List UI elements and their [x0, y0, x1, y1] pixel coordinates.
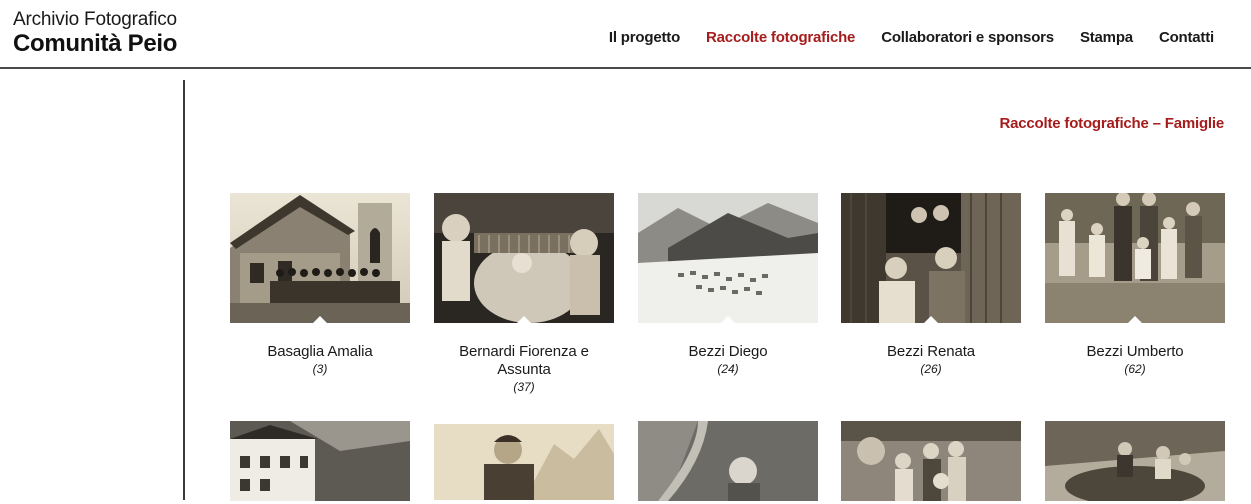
logo-line2: Comunità Peio: [13, 30, 178, 57]
page-title: Raccolte fotografiche – Famiglie: [999, 115, 1225, 132]
collection-thumbnail[interactable]: [230, 421, 410, 501]
collection-card[interactable]: [230, 421, 410, 501]
nav-item-raccolte-fotografiche[interactable]: Raccolte fotografiche: [706, 29, 855, 46]
nav-item-contatti[interactable]: Contatti: [1159, 29, 1214, 46]
collection-card-bernardi-fiorenza-e-assunta[interactable]: Bernardi Fiorenza e Assunta (37): [434, 193, 614, 395]
collection-card-basaglia-amalia[interactable]: Basaglia Amalia (3): [230, 193, 410, 377]
nav-item-stampa[interactable]: Stampa: [1080, 29, 1133, 46]
site-header: Archivio Fotografico Comunità Peio Il pr…: [0, 0, 1251, 69]
thumbnail-pointer: [1128, 316, 1142, 323]
collection-count: (37): [513, 380, 535, 394]
thumbnail-pointer: [517, 316, 531, 323]
collection-card-bezzi-renata[interactable]: Bezzi Renata (26): [841, 193, 1021, 377]
collection-card[interactable]: [434, 424, 614, 504]
collection-name[interactable]: Bezzi Umberto: [1045, 343, 1225, 361]
collection-card-bezzi-umberto[interactable]: Bezzi Umberto (62): [1045, 193, 1225, 377]
collection-count: (26): [920, 362, 942, 376]
main-nav: Il progetto Raccolte fotografiche Collab…: [609, 29, 1214, 46]
collection-card[interactable]: [1045, 421, 1225, 501]
collection-thumbnail[interactable]: [1045, 193, 1225, 323]
collection-name[interactable]: Bezzi Diego: [638, 343, 818, 361]
collection-thumbnail[interactable]: [230, 193, 410, 323]
collection-thumbnail[interactable]: [638, 421, 818, 501]
collection-name[interactable]: Bezzi Renata: [841, 343, 1021, 361]
thumbnail-pointer: [924, 316, 938, 323]
logo-line1: Archivio Fotografico: [13, 9, 177, 30]
sidebar-divider: [183, 80, 185, 500]
collection-name[interactable]: Basaglia Amalia: [230, 343, 410, 361]
collection-card-bezzi-diego[interactable]: Bezzi Diego (24): [638, 193, 818, 377]
collection-thumbnail[interactable]: [638, 193, 818, 323]
nav-item-il-progetto[interactable]: Il progetto: [609, 29, 680, 46]
collection-thumbnail[interactable]: [841, 421, 1021, 501]
collection-card[interactable]: [841, 421, 1021, 501]
nav-item-collaboratori-e-sponsors[interactable]: Collaboratori e sponsors: [881, 29, 1054, 46]
collection-thumbnail[interactable]: [434, 193, 614, 323]
thumbnail-pointer: [721, 316, 735, 323]
collection-thumbnail[interactable]: [1045, 421, 1225, 501]
site-logo[interactable]: Archivio Fotografico Comunità Peio: [13, 9, 177, 57]
thumbnail-pointer: [313, 316, 327, 323]
collection-count: (62): [1124, 362, 1146, 376]
collection-count: (3): [312, 362, 328, 376]
collection-count: (24): [717, 362, 739, 376]
collection-thumbnail[interactable]: [434, 424, 614, 504]
collection-thumbnail[interactable]: [841, 193, 1021, 323]
collection-card[interactable]: [638, 421, 818, 501]
collection-name[interactable]: Bernardi Fiorenza e Assunta: [434, 343, 614, 379]
